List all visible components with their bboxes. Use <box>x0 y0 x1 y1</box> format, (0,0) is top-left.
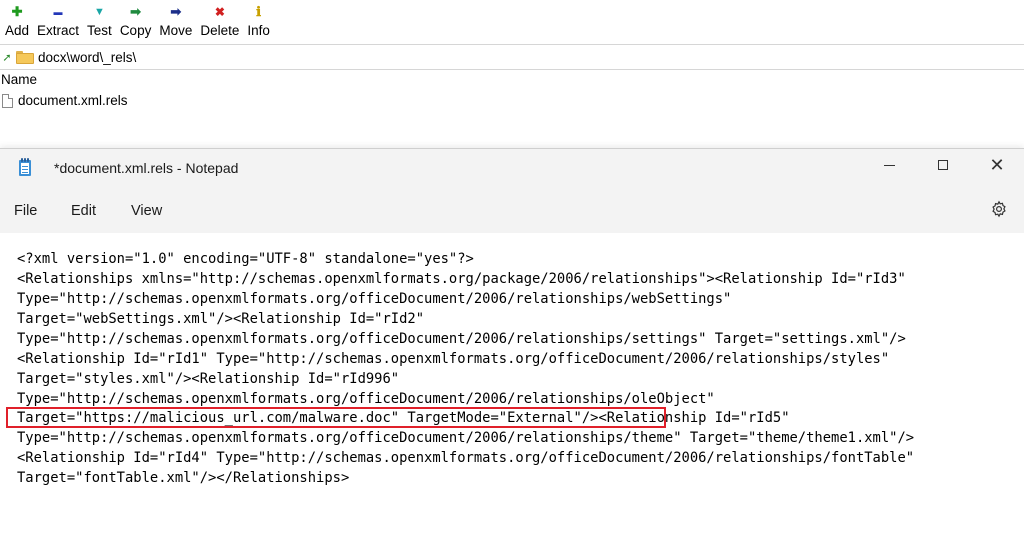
test-button-label: Test <box>87 23 112 38</box>
code-line: <Relationship Id="rId1" Type="http://sch… <box>17 351 890 367</box>
code-line: <Relationship Id="rId4" Type="http://sch… <box>17 450 915 466</box>
folder-icon <box>16 50 34 64</box>
move-button-label: Move <box>159 23 193 38</box>
column-header-name[interactable]: Name <box>1 72 37 87</box>
code-line: Target="fontTable.xml"/></Relationships> <box>17 470 350 486</box>
code-line: Target="webSettings.xml"/><Relationship … <box>17 311 425 327</box>
plus-icon: ✚ <box>11 4 23 19</box>
test-button[interactable]: ▼ Test <box>83 0 116 39</box>
copy-button-label: Copy <box>119 23 152 38</box>
minimize-button[interactable] <box>864 149 914 181</box>
copy-arrow-icon: ➡ <box>130 4 142 19</box>
file-name: document.xml.rels <box>18 93 128 108</box>
extract-button[interactable]: ▬ Extract <box>33 0 83 39</box>
menu-view[interactable]: View <box>131 203 162 219</box>
code-line: Target="styles.xml"/><Relationship Id="r… <box>17 371 400 387</box>
delete-x-icon: ✖ <box>214 5 225 19</box>
text-editor[interactable]: <?xml version="1.0" encoding="UTF-8" sta… <box>0 233 1024 546</box>
menu-file[interactable]: File <box>14 203 37 219</box>
file-icon <box>2 93 13 108</box>
code-line: Type="http://schemas.openxmlformats.org/… <box>17 291 732 307</box>
window-title: *document.xml.rels - Notepad <box>54 160 239 176</box>
notepad-window: *document.xml.rels - Notepad ✕ File Edit… <box>0 148 1024 546</box>
info-button[interactable]: ℹ Info <box>243 0 274 39</box>
close-button[interactable]: ✕ <box>972 149 1022 181</box>
delete-button[interactable]: ✖ Delete <box>196 0 243 39</box>
add-button[interactable]: ✚ Add <box>1 0 33 39</box>
info-button-label: Info <box>247 23 270 38</box>
minimize-icon <box>883 164 895 166</box>
archive-toolbar: ✚ Add ▬ Extract ▼ Test ➡ Copy ➡ Move ✖ D… <box>0 0 274 44</box>
copy-button[interactable]: ➡ Copy <box>116 0 156 39</box>
info-icon: ℹ <box>256 4 262 19</box>
archive-manager-window: ✚ Add ▬ Extract ▼ Test ➡ Copy ➡ Move ✖ D… <box>0 0 1024 150</box>
move-button[interactable]: ➡ Move <box>155 0 196 39</box>
code-line: <?xml version="1.0" encoding="UTF-8" sta… <box>17 251 474 267</box>
notepad-app-icon <box>19 158 31 176</box>
code-line: Type="http://schemas.openxmlformats.org/… <box>17 331 906 347</box>
gear-icon[interactable] <box>990 200 1008 218</box>
code-line: Type="http://schemas.openxmlformats.org/… <box>17 430 915 446</box>
delete-button-label: Delete <box>200 23 240 38</box>
move-arrow-icon: ➡ <box>170 4 182 19</box>
extract-button-label: Extract <box>37 23 80 38</box>
title-bar[interactable]: *document.xml.rels - Notepad ✕ <box>0 149 1024 187</box>
check-icon: ▼ <box>93 6 105 18</box>
code-line: <Relationships xmlns="http://schemas.ope… <box>17 271 906 287</box>
close-icon: ✕ <box>989 155 1005 175</box>
maximize-button[interactable] <box>918 149 968 181</box>
address-bar[interactable]: ➚ docx\word\_rels\ <box>0 44 1024 70</box>
add-button-label: Add <box>5 23 30 38</box>
address-path: docx\word\_rels\ <box>38 49 137 65</box>
maximize-icon <box>938 160 948 170</box>
list-item[interactable]: document.xml.rels <box>2 93 128 108</box>
menu-bar: File Edit View <box>0 187 1024 233</box>
menu-edit[interactable]: Edit <box>71 203 96 219</box>
up-arrow-icon[interactable]: ➚ <box>0 51 14 64</box>
highlight-box <box>6 407 666 428</box>
minus-icon: ▬ <box>53 7 63 17</box>
